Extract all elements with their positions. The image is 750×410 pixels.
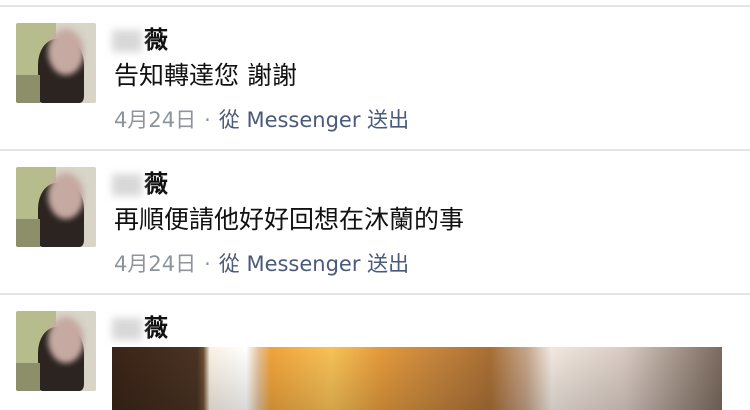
meta-separator: · [204, 108, 211, 132]
messenger-source: 從 Messenger 送出 [218, 252, 410, 276]
sender-name[interactable]: 薇 [112, 311, 168, 345]
divider [0, 149, 750, 151]
message-date[interactable]: 4月24日 [114, 108, 196, 132]
message-meta: 4月24日 · 從 Messenger 送出 [114, 249, 409, 279]
redacted-name-part [112, 174, 142, 196]
message-date[interactable]: 4月24日 [114, 252, 196, 276]
redacted-name-part [112, 318, 142, 340]
messenger-source: 從 Messenger 送出 [218, 108, 410, 132]
attached-photo[interactable] [112, 347, 722, 410]
divider [0, 293, 750, 295]
divider-top [0, 5, 750, 7]
redacted-name-part [112, 30, 142, 52]
message-text: 告知轉達您 謝謝 [114, 61, 297, 90]
sender-name[interactable]: 薇 [112, 23, 168, 57]
avatar[interactable] [16, 167, 96, 247]
message-text: 再順便請他好好回想在沐蘭的事 [114, 205, 465, 234]
sender-name[interactable]: 薇 [112, 167, 168, 201]
message-meta: 4月24日 · 從 Messenger 送出 [114, 105, 409, 135]
meta-separator: · [204, 252, 211, 276]
avatar[interactable] [16, 23, 96, 103]
avatar[interactable] [16, 311, 96, 391]
